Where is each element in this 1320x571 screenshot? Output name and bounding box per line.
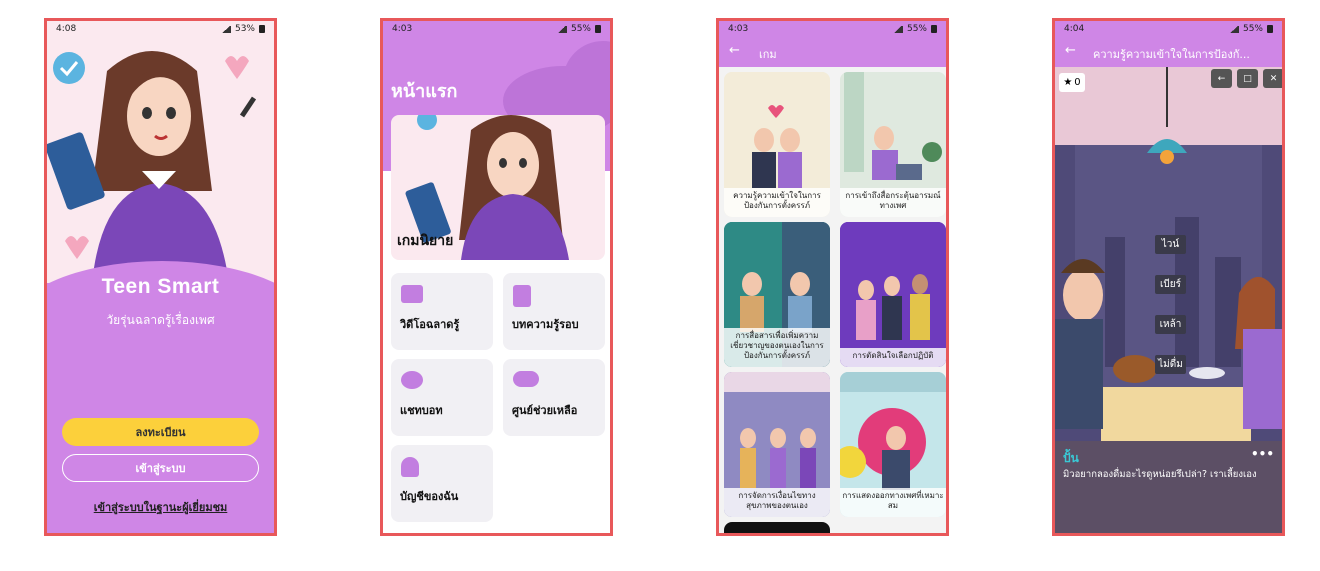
group-icon: [513, 371, 539, 387]
game-card-partial[interactable]: [724, 522, 830, 533]
battery-icon: [931, 25, 937, 33]
game-card[interactable]: การแสดงออกทางเพศที่เหมาะสม: [840, 372, 946, 517]
battery-text: 53%: [234, 24, 255, 34]
menu-help-center[interactable]: ศูนย์ช่วยเหลือ: [503, 359, 605, 436]
banner-title: เกมนิยาย: [397, 233, 454, 249]
person-icon: [401, 457, 419, 477]
chat-icon: □: [1243, 73, 1252, 84]
game-title: การตัดสินใจเลือกปฏิบัติ: [840, 348, 946, 367]
game-title: การสื่อสารเพื่อเพิ่มความเชี่ยวชาญของตนเอ…: [724, 328, 830, 367]
app-subtitle: วัยรุ่นฉลาดรู้เรื่องเพศ: [106, 313, 215, 327]
menu-label: แชทบอท: [400, 404, 443, 417]
score-badge: ★ 0: [1059, 73, 1085, 92]
battery-text: 55%: [570, 24, 591, 34]
battery-icon: [595, 25, 601, 33]
arrow-left-icon: ←: [1217, 73, 1226, 84]
article-icon: [513, 285, 531, 307]
game-card[interactable]: การเข้าถึงสื่อกระตุ้นอารมณ์ทางเพศ: [840, 72, 946, 217]
signal-icon: [220, 25, 231, 33]
screen-home: 4:03 55% หน้าแรก เกมนิยาย วิดีโอฉลาดรู้ …: [380, 18, 613, 536]
battery-text: 55%: [906, 24, 927, 34]
app-bar: 4:03 55% ← เกม: [719, 21, 946, 67]
app-title: Teen Smart: [101, 275, 220, 298]
status-bar: 4:03 55%: [383, 21, 610, 37]
speaker-name: ปั้น: [1063, 451, 1079, 465]
register-button[interactable]: ลงทะเบียน: [62, 418, 259, 446]
dining-scene-illustration: [1055, 67, 1282, 477]
back-arrow-icon[interactable]: ←: [1065, 43, 1076, 58]
rewind-button[interactable]: ←: [1211, 69, 1232, 88]
girl-illustration: [47, 51, 257, 283]
status-bar: 4:04 55%: [1055, 21, 1282, 37]
close-button[interactable]: ✕: [1263, 69, 1282, 88]
page-title: ความรู้ความเข้าใจในการป้องกั...: [1093, 48, 1250, 61]
close-icon: ✕: [1269, 73, 1278, 84]
status-time: 4:08: [56, 24, 77, 34]
game-card[interactable]: การสื่อสารเพื่อเพิ่มความเชี่ยวชาญของตนเอ…: [724, 222, 830, 367]
signal-icon: [556, 25, 567, 33]
menu-label: บทความรู้รอบ: [512, 318, 579, 331]
menu-account[interactable]: บัญชีของฉัน: [391, 445, 493, 522]
game-card[interactable]: การจัดการเงื่อนไขทางสุขภาพของตนเอง: [724, 372, 830, 517]
hero-illustration: [47, 21, 274, 283]
game-title: การจัดการเงื่อนไขทางสุขภาพของตนเอง: [724, 488, 830, 517]
menu-videos[interactable]: วิดีโอฉลาดรู้: [391, 273, 493, 350]
status-time: 4:04: [1064, 24, 1085, 34]
game-card[interactable]: การตัดสินใจเลือกปฏิบัติ: [840, 222, 946, 367]
choice-button[interactable]: เบียร์: [1155, 275, 1186, 294]
dialogue-box[interactable]: ปั้น ••• มิวอยากลองดื่มอะไรดูหน่อยรึเปล่…: [1055, 441, 1282, 533]
choice-button[interactable]: เหล้า: [1155, 315, 1186, 334]
game-scene: [1055, 67, 1282, 477]
menu-chatbot[interactable]: แชทบอท: [391, 359, 493, 436]
status-time: 4:03: [728, 24, 749, 34]
choice-button[interactable]: ไวน์: [1155, 235, 1186, 254]
choice-button[interactable]: ไม่ดื่ม: [1155, 355, 1186, 374]
battery-text: 55%: [1242, 24, 1263, 34]
novel-game-banner[interactable]: เกมนิยาย: [391, 115, 605, 260]
status-bar: 4:08 53%: [47, 21, 274, 37]
menu-label: ศูนย์ช่วยเหลือ: [512, 404, 578, 417]
status-time: 4:03: [392, 24, 413, 34]
screen-games: 4:03 55% ← เกม ความรู้ความเข้าใจในการป้อ…: [716, 18, 949, 536]
screen-welcome: 4:08 53% Teen Smart วัยรุ่นฉลาดรู้เรื่อง…: [44, 18, 277, 536]
group-party-illustration: [840, 222, 946, 367]
battery-icon: [259, 25, 265, 33]
game-card[interactable]: ความรู้ความเข้าใจในการป้องกันการตั้งครรภ…: [724, 72, 830, 217]
score-value: 0: [1074, 77, 1081, 88]
game-title: ความรู้ความเข้าใจในการป้องกันการตั้งครรภ…: [724, 188, 830, 217]
status-bar: 4:03 55%: [719, 21, 946, 37]
guest-login-link[interactable]: เข้าสู่ระบบในฐานะผู้เยี่ยมชม: [47, 498, 274, 516]
star-icon: ★: [1063, 77, 1073, 88]
menu-label: บัญชีของฉัน: [400, 490, 459, 503]
chat-log-button[interactable]: □: [1237, 69, 1258, 88]
chat-icon: [401, 371, 423, 389]
menu-articles[interactable]: บทความรู้รอบ: [503, 273, 605, 350]
more-options-icon[interactable]: •••: [1251, 447, 1274, 461]
game-title: การแสดงออกทางเพศที่เหมาะสม: [840, 488, 946, 517]
video-icon: [401, 285, 423, 303]
back-arrow-icon[interactable]: ←: [729, 43, 740, 58]
page-title: หน้าแรก: [391, 81, 458, 102]
screen-game-play: 4:04 55% ← ความรู้ความเข้าใจในการป้องกั.…: [1052, 18, 1285, 536]
battery-icon: [1267, 25, 1273, 33]
signal-icon: [892, 25, 903, 33]
menu-label: วิดีโอฉลาดรู้: [400, 318, 460, 331]
page-title: เกม: [759, 48, 777, 61]
login-button[interactable]: เข้าสู่ระบบ: [62, 454, 259, 482]
dialogue-text: มิวอยากลองดื่มอะไรดูหน่อยรึเปล่า? เราเลี…: [1063, 469, 1257, 480]
game-title: การเข้าถึงสื่อกระตุ้นอารมณ์ทางเพศ: [840, 188, 946, 217]
app-bar: 4:04 55% ← ความรู้ความเข้าใจในการป้องกั.…: [1055, 21, 1282, 67]
signal-icon: [1228, 25, 1239, 33]
